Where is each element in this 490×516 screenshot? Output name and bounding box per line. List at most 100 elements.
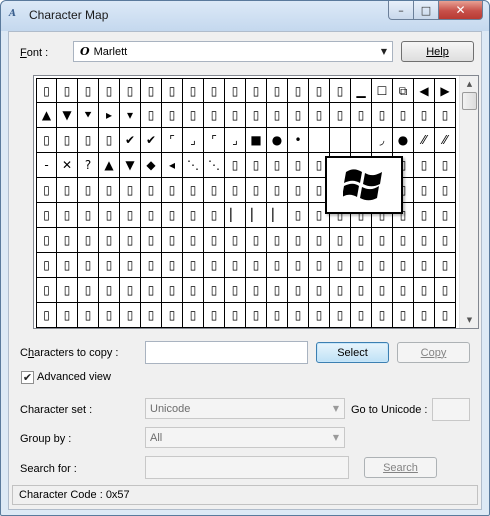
character-cell[interactable]: ▯: [246, 253, 267, 278]
character-cell[interactable]: ▯: [120, 303, 141, 328]
character-cell[interactable]: ▯: [57, 128, 78, 153]
character-cell[interactable]: ▯: [414, 278, 435, 303]
character-cell[interactable]: ▯: [435, 203, 456, 228]
character-cell[interactable]: ▯: [330, 78, 351, 103]
character-cell[interactable]: ▯: [141, 303, 162, 328]
character-cell[interactable]: ▯: [57, 178, 78, 203]
character-cell[interactable]: ▯: [99, 203, 120, 228]
character-cell[interactable]: ▯: [267, 228, 288, 253]
character-cell[interactable]: ▯: [225, 253, 246, 278]
character-cell[interactable]: ⧉: [393, 78, 414, 103]
character-cell[interactable]: ▯: [57, 228, 78, 253]
character-cell[interactable]: ▯: [141, 78, 162, 103]
character-cell[interactable]: ▯: [225, 278, 246, 303]
character-cell[interactable]: ▯: [372, 278, 393, 303]
character-cell[interactable]: ▯: [57, 278, 78, 303]
character-cell[interactable]: ▯: [36, 78, 57, 103]
character-cell[interactable]: ▯: [351, 228, 372, 253]
character-cell[interactable]: ▲: [36, 103, 57, 128]
character-cell[interactable]: ▯: [288, 228, 309, 253]
character-cell[interactable]: ◂: [162, 153, 183, 178]
character-cell[interactable]: ▯: [78, 78, 99, 103]
character-cell[interactable]: ☐: [372, 78, 393, 103]
character-cell[interactable]: ▯: [288, 303, 309, 328]
character-cell[interactable]: ▯: [288, 153, 309, 178]
character-cell[interactable]: ▯: [246, 278, 267, 303]
character-cell[interactable]: ▯: [78, 178, 99, 203]
character-cell[interactable]: ▏: [246, 203, 267, 228]
character-cell[interactable]: ?: [78, 153, 99, 178]
character-cell[interactable]: ▯: [414, 303, 435, 328]
character-cell[interactable]: ▯: [99, 228, 120, 253]
character-cell[interactable]: ▯: [246, 303, 267, 328]
character-cell[interactable]: ✔: [120, 128, 141, 153]
scroll-up-icon[interactable]: ▲: [460, 76, 479, 92]
maximize-button[interactable]: □: [414, 1, 439, 20]
character-cell[interactable]: ▯: [246, 78, 267, 103]
character-cell[interactable]: ▯: [57, 78, 78, 103]
character-cell[interactable]: ▯: [309, 103, 330, 128]
character-cell[interactable]: ▯: [204, 278, 225, 303]
character-cell[interactable]: ▯: [120, 278, 141, 303]
character-cell[interactable]: ▯: [309, 78, 330, 103]
character-cell[interactable]: ▯: [183, 178, 204, 203]
character-cell[interactable]: ▯: [99, 78, 120, 103]
character-cell[interactable]: ▯: [225, 78, 246, 103]
character-cell[interactable]: ▯: [141, 228, 162, 253]
character-cell[interactable]: ▯: [288, 203, 309, 228]
character-cell[interactable]: ▶: [435, 78, 456, 103]
character-cell[interactable]: ▯: [204, 228, 225, 253]
character-cell[interactable]: ●: [393, 128, 414, 153]
character-cell[interactable]: ▯: [435, 228, 456, 253]
character-cell[interactable]: ▯: [183, 303, 204, 328]
character-cell[interactable]: ▼: [57, 103, 78, 128]
character-cell[interactable]: ▯: [120, 203, 141, 228]
character-cell[interactable]: ▸: [99, 103, 120, 128]
character-cell[interactable]: ⋱: [183, 153, 204, 178]
character-cell[interactable]: ▯: [267, 278, 288, 303]
character-cell[interactable]: ▯: [141, 178, 162, 203]
character-cell[interactable]: ▯: [120, 178, 141, 203]
character-cell[interactable]: ▯: [414, 103, 435, 128]
character-cell[interactable]: ▯: [183, 103, 204, 128]
character-cell[interactable]: ▯: [267, 178, 288, 203]
character-cell[interactable]: ▲: [99, 153, 120, 178]
character-cell[interactable]: ▯: [435, 303, 456, 328]
character-cell[interactable]: ▯: [288, 178, 309, 203]
character-cell[interactable]: ▯: [393, 103, 414, 128]
title-bar[interactable]: A Character Map – □ ✕: [1, 1, 489, 31]
character-cell[interactable]: ▯: [267, 103, 288, 128]
character-cell[interactable]: ▯: [393, 228, 414, 253]
character-cell[interactable]: ▯: [204, 203, 225, 228]
character-cell[interactable]: ▯: [351, 253, 372, 278]
character-cell[interactable]: ▯: [120, 253, 141, 278]
scrollbar-thumb[interactable]: [462, 92, 477, 110]
character-cell[interactable]: ▯: [309, 253, 330, 278]
character-cell[interactable]: ✔: [141, 128, 162, 153]
character-cell[interactable]: ▯: [225, 178, 246, 203]
character-cell[interactable]: ▯: [288, 253, 309, 278]
character-cell[interactable]: ▯: [225, 303, 246, 328]
character-cell[interactable]: ▯: [183, 278, 204, 303]
character-cell[interactable]: ▯: [225, 103, 246, 128]
character-cell[interactable]: ▯: [372, 103, 393, 128]
character-cell[interactable]: ▯: [204, 103, 225, 128]
character-cell[interactable]: [330, 128, 351, 153]
character-cell[interactable]: ▯: [288, 278, 309, 303]
character-cell[interactable]: ▯: [36, 178, 57, 203]
character-cell[interactable]: ▯: [414, 228, 435, 253]
character-cell[interactable]: ▯: [246, 228, 267, 253]
character-cell[interactable]: ▯: [393, 278, 414, 303]
character-cell[interactable]: ▯: [309, 278, 330, 303]
character-cell[interactable]: ▯: [351, 303, 372, 328]
close-button[interactable]: ✕: [439, 1, 483, 20]
character-cell[interactable]: ▯: [267, 303, 288, 328]
character-cell[interactable]: [309, 128, 330, 153]
character-cell[interactable]: ▯: [99, 178, 120, 203]
character-cell[interactable]: ▯: [141, 278, 162, 303]
character-cell[interactable]: ▯: [78, 128, 99, 153]
character-cell[interactable]: ⁄⁄: [435, 128, 456, 153]
character-cell[interactable]: ▯: [183, 253, 204, 278]
character-cell[interactable]: ▯: [162, 203, 183, 228]
character-cell[interactable]: ▯: [57, 203, 78, 228]
